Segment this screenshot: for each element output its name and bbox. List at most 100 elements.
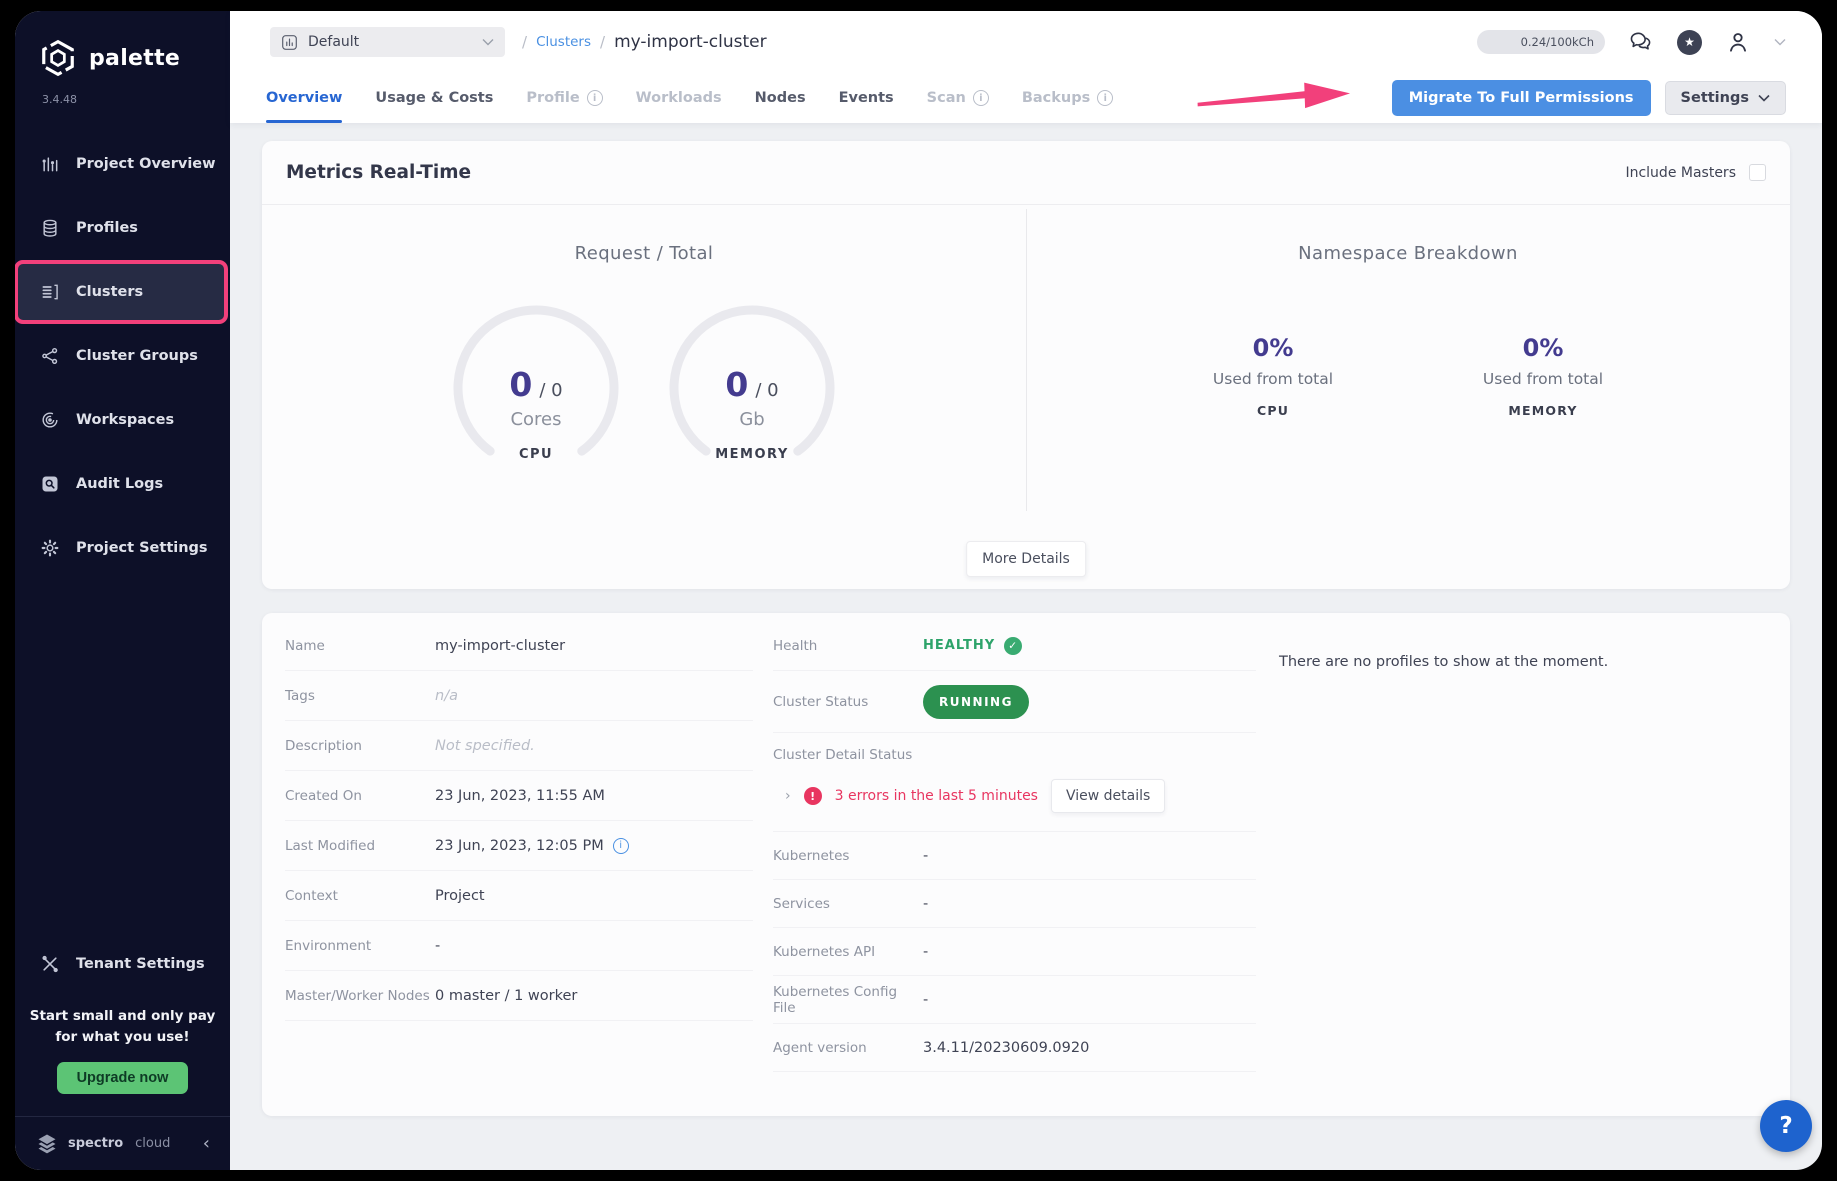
sidebar-item-clusters[interactable]: Clusters	[15, 260, 228, 324]
topbar: Default / Clusters / my-import-cluster 0…	[230, 11, 1822, 123]
topbar-row-1: Default / Clusters / my-import-cluster 0…	[230, 11, 1822, 73]
include-masters-control: Include Masters	[1625, 164, 1766, 181]
request-total-section: Request / Total 0 / 0	[262, 205, 1026, 589]
profiles-column: There are no profiles to show at the mom…	[1256, 621, 1766, 1096]
sidebar-item-audit-logs[interactable]: Audit Logs	[15, 452, 230, 516]
tab-scan[interactable]: Scani	[927, 73, 989, 123]
namespace-breakdown-title: Namespace Breakdown	[1026, 243, 1790, 264]
sidebar-footer: spectro cloud ‹	[15, 1116, 230, 1170]
table-row: Kubernetes API-	[773, 928, 1256, 976]
memory-request-value: 0	[725, 365, 748, 404]
tags-value: n/a	[435, 688, 458, 704]
info-icon: i	[973, 90, 989, 106]
project-selector[interactable]: Default	[270, 27, 505, 57]
namespace-breakdown-section: Namespace Breakdown 0% Used from total C…	[1026, 205, 1790, 589]
sidebar-menu: Project Overview Profiles Clusters Clust…	[15, 132, 230, 580]
sidebar-item-label: Clusters	[76, 284, 143, 300]
gauges-row: 0 / 0 Cores CPU	[262, 302, 1026, 498]
project-selector-value: Default	[308, 34, 359, 50]
tab-events[interactable]: Events	[839, 73, 894, 123]
table-row: Agent version3.4.11/20230609.0920	[773, 1024, 1256, 1072]
sidebar-item-cluster-groups[interactable]: Cluster Groups	[15, 324, 230, 388]
cluster-tabs: Overview Usage & Costs Profilei Workload…	[266, 73, 1113, 123]
cluster-info-column: Namemy-import-cluster Tagsn/a Descriptio…	[285, 621, 753, 1096]
user-icon[interactable]	[1725, 29, 1751, 55]
cluster-details-card: Namemy-import-cluster Tagsn/a Descriptio…	[262, 613, 1790, 1116]
chat-icon[interactable]	[1628, 29, 1654, 55]
promo-line2: for what you use!	[29, 1027, 216, 1048]
cluster-name-value: my-import-cluster	[435, 638, 565, 654]
star-icon[interactable]: ★	[1677, 30, 1702, 55]
tab-workloads[interactable]: Workloads	[636, 73, 722, 123]
health-status-badge: HEALTHY	[923, 638, 995, 653]
metrics-title: Metrics Real-Time	[286, 162, 471, 183]
include-masters-label: Include Masters	[1625, 165, 1736, 181]
upgrade-now-button[interactable]: Upgrade now	[57, 1062, 189, 1094]
sidebar: palette 3.4.48 Project Overview Profiles	[15, 11, 230, 1170]
kubernetes-config-file-value: -	[923, 992, 928, 1008]
chevron-down-icon[interactable]	[1774, 38, 1786, 46]
more-details-button[interactable]: More Details	[966, 541, 1086, 577]
sidebar-item-tenant-settings[interactable]: Tenant Settings	[15, 932, 230, 996]
tab-backups[interactable]: Backupsi	[1022, 73, 1113, 123]
topbar-actions: Migrate To Full Permissions Settings	[1192, 78, 1786, 118]
tab-profile[interactable]: Profilei	[526, 73, 602, 123]
table-row: Cluster Status RUNNING	[773, 671, 1256, 733]
cluster-status-column: Health HEALTHY ✓ Cluster Status RUNNING …	[773, 621, 1256, 1096]
memory-used-label: Used from total	[1468, 370, 1618, 388]
include-masters-checkbox[interactable]	[1749, 164, 1766, 181]
table-row: Kubernetes Config File-	[773, 976, 1256, 1024]
sidebar-item-label: Cluster Groups	[76, 348, 198, 364]
cluster-status-badge: RUNNING	[923, 685, 1029, 719]
sidebar-item-project-overview[interactable]: Project Overview	[15, 132, 230, 196]
table-row: Environment-	[285, 921, 753, 971]
info-icon: i	[587, 90, 603, 106]
sidebar-spacer	[15, 580, 230, 932]
tools-icon	[40, 954, 60, 974]
tab-overview[interactable]: Overview	[266, 73, 342, 123]
table-row: Last Modified 23 Jun, 2023, 12:05 PM i	[285, 821, 753, 871]
breadcrumb: / Clusters / my-import-cluster	[522, 32, 767, 52]
sidebar-item-workspaces[interactable]: Workspaces	[15, 388, 230, 452]
footer-brand: spectro	[68, 1136, 123, 1151]
sidebar-item-project-settings[interactable]: Project Settings	[15, 516, 230, 580]
chevron-right-icon[interactable]: ›	[785, 788, 791, 804]
sidebar-item-label: Audit Logs	[76, 476, 163, 492]
created-on-value: 23 Jun, 2023, 11:55 AM	[435, 788, 605, 804]
error-badge-icon: !	[804, 787, 822, 805]
usage-quota-badge: 0.24/100kCh	[1477, 30, 1605, 54]
breadcrumb-separator: /	[522, 33, 527, 51]
audit-logs-icon	[40, 474, 60, 494]
help-button[interactable]: ?	[1760, 1100, 1812, 1152]
table-row: Namemy-import-cluster	[285, 621, 753, 671]
brand-name: palette	[89, 46, 180, 71]
table-row: Master/Worker Nodes0 master / 1 worker	[285, 971, 753, 1021]
settings-button[interactable]: Settings	[1665, 81, 1786, 115]
sidebar-item-label: Tenant Settings	[76, 956, 205, 972]
namespace-stats-row: 0% Used from total CPU 0% Used from tota…	[1026, 334, 1790, 418]
footer-brand-suffix: cloud	[135, 1136, 170, 1151]
memory-total-value: / 0	[755, 380, 778, 401]
workspace-icon	[40, 410, 60, 430]
cpu-stat-caption: CPU	[1198, 403, 1348, 418]
view-details-button[interactable]: View details	[1051, 779, 1165, 813]
memory-used-percent: 0%	[1468, 334, 1618, 362]
sidebar-item-label: Project Settings	[76, 540, 208, 556]
app-version: 3.4.48	[15, 77, 230, 106]
breadcrumb-separator: /	[600, 33, 605, 51]
memory-gauge: 0 / 0 Gb MEMORY	[666, 302, 838, 498]
breadcrumb-clusters-link[interactable]: Clusters	[536, 34, 591, 50]
collapse-sidebar-icon[interactable]: ‹	[203, 1135, 210, 1153]
context-value: Project	[435, 888, 485, 904]
tab-nodes[interactable]: Nodes	[755, 73, 806, 123]
cpu-total-value: / 0	[539, 380, 562, 401]
cluster-list-icon	[40, 282, 60, 302]
sidebar-item-profiles[interactable]: Profiles	[15, 196, 230, 260]
brand-logo: palette	[15, 11, 230, 77]
metrics-body: Request / Total 0 / 0	[262, 205, 1790, 589]
migrate-to-full-permissions-button[interactable]: Migrate To Full Permissions	[1392, 80, 1651, 116]
agent-version-value: 3.4.11/20230609.0920	[923, 1040, 1089, 1056]
info-icon[interactable]: i	[613, 838, 629, 854]
tab-usage-costs[interactable]: Usage & Costs	[375, 73, 493, 123]
error-summary-text: 3 errors in the last 5 minutes	[835, 788, 1038, 804]
